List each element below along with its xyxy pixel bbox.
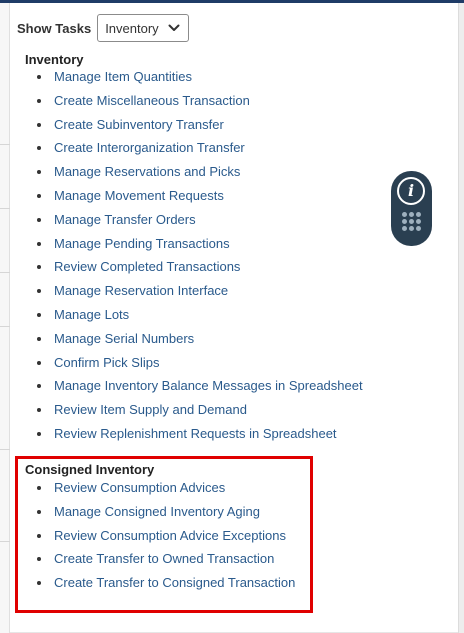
task-link[interactable]: Create Subinventory Transfer [37, 113, 363, 137]
background-divider [0, 208, 10, 209]
bullet-icon [37, 336, 41, 341]
task-link[interactable]: Manage Serial Numbers [37, 327, 363, 351]
task-link[interactable]: Create Transfer to Owned Transaction [37, 547, 295, 571]
task-link[interactable]: Review Item Supply and Demand [37, 398, 363, 422]
task-category-select[interactable]: Inventory [97, 14, 190, 42]
show-tasks-header: Show Tasks Inventory [17, 13, 190, 43]
task-label: Review Item Supply and Demand [54, 402, 247, 418]
bullet-icon [37, 431, 41, 436]
task-label: Review Consumption Advices [54, 480, 226, 495]
bullet-icon [37, 75, 41, 79]
bullet-icon [37, 408, 41, 413]
task-link[interactable]: Manage Lots [37, 303, 363, 327]
task-link[interactable]: Manage Reservations and Picks [37, 160, 363, 184]
bullet-icon [37, 384, 41, 389]
bullet-icon [37, 581, 41, 586]
background-divider [0, 449, 10, 450]
consigned-task-list: Review Consumption Advices Manage Consign… [37, 476, 295, 595]
assistant-panel: i [391, 171, 432, 246]
task-label: Create Miscellaneous Transaction [54, 92, 250, 108]
task-link[interactable]: Manage Reservation Interface [37, 279, 363, 303]
task-label: Manage Lots [54, 306, 130, 322]
task-label: Manage Serial Numbers [54, 330, 195, 346]
task-link[interactable]: Manage Transfer Orders [37, 208, 363, 232]
task-link[interactable]: Review Completed Transactions [37, 255, 363, 279]
task-label: Manage Reservation Interface [54, 283, 229, 299]
task-link[interactable]: Review Consumption Advices [37, 476, 295, 500]
bullet-icon [37, 265, 41, 270]
task-label: Review Completed Transactions [54, 259, 241, 275]
task-label: Manage Consigned Inventory Aging [54, 503, 260, 519]
grid-dots-icon[interactable] [402, 212, 421, 231]
inventory-task-list: Manage Item Quantities Create Miscellaneo… [37, 65, 363, 446]
background-divider [0, 541, 10, 542]
task-link[interactable]: Confirm Pick Slips [37, 351, 363, 375]
task-link[interactable]: Review Consumption Advice Exceptions [37, 524, 295, 548]
task-link[interactable]: Review Replenishment Requests in Spreads… [37, 422, 363, 446]
bullet-icon [37, 360, 41, 365]
scrollbar[interactable] [458, 3, 464, 633]
bullet-icon [37, 289, 41, 294]
info-icon[interactable]: i [397, 177, 425, 205]
task-label: Review Consumption Advice Exceptions [54, 527, 286, 543]
bullet-icon [37, 193, 41, 198]
bullet-icon [37, 557, 41, 562]
task-label: Manage Pending Transactions [54, 235, 230, 251]
task-label: Manage Inventory Balance Messages in Spr… [54, 378, 363, 394]
bullet-icon [37, 509, 41, 514]
task-link[interactable]: Manage Movement Requests [37, 184, 363, 208]
bullet-icon [37, 146, 41, 151]
task-label: Confirm Pick Slips [54, 354, 160, 370]
task-label: Manage Movement Requests [54, 187, 224, 203]
task-label: Create Interorganization Transfer [54, 140, 245, 156]
bullet-icon [37, 533, 41, 538]
consigned-inventory-heading: Consigned Inventory [25, 462, 155, 477]
background-divider [0, 144, 10, 145]
bullet-icon [37, 312, 41, 317]
chevron-down-icon [168, 24, 180, 31]
task-link[interactable]: Manage Pending Transactions [37, 232, 363, 256]
background-divider [0, 326, 10, 327]
bullet-icon [37, 98, 41, 103]
bullet-icon [37, 170, 41, 175]
task-label: Manage Item Quantities [54, 69, 193, 84]
task-link[interactable]: Create Miscellaneous Transaction [37, 89, 363, 113]
top-strip [0, 0, 464, 3]
task-link[interactable]: Manage Consigned Inventory Aging [37, 500, 295, 524]
task-label: Create Transfer to Consigned Transaction [54, 575, 296, 591]
background-divider [0, 272, 10, 273]
show-tasks-label: Show Tasks [17, 20, 92, 36]
bullet-icon [37, 486, 41, 490]
bullet-icon [37, 122, 41, 127]
task-label: Create Subinventory Transfer [54, 116, 224, 132]
task-link[interactable]: Create Interorganization Transfer [37, 136, 363, 160]
task-label: Review Replenishment Requests in Spreads… [54, 425, 337, 441]
task-category-value: Inventory [105, 20, 159, 36]
task-link[interactable]: Manage Inventory Balance Messages in Spr… [37, 374, 363, 398]
bullet-icon [37, 241, 41, 246]
task-link[interactable]: Manage Item Quantities [37, 65, 363, 89]
task-label: Manage Transfer Orders [54, 211, 196, 227]
task-link[interactable]: Create Transfer to Consigned Transaction [37, 571, 295, 595]
background-page-edge [0, 3, 10, 633]
bullet-icon [37, 217, 41, 222]
task-label: Create Transfer to Owned Transaction [54, 551, 275, 567]
task-label: Manage Reservations and Picks [54, 164, 241, 180]
